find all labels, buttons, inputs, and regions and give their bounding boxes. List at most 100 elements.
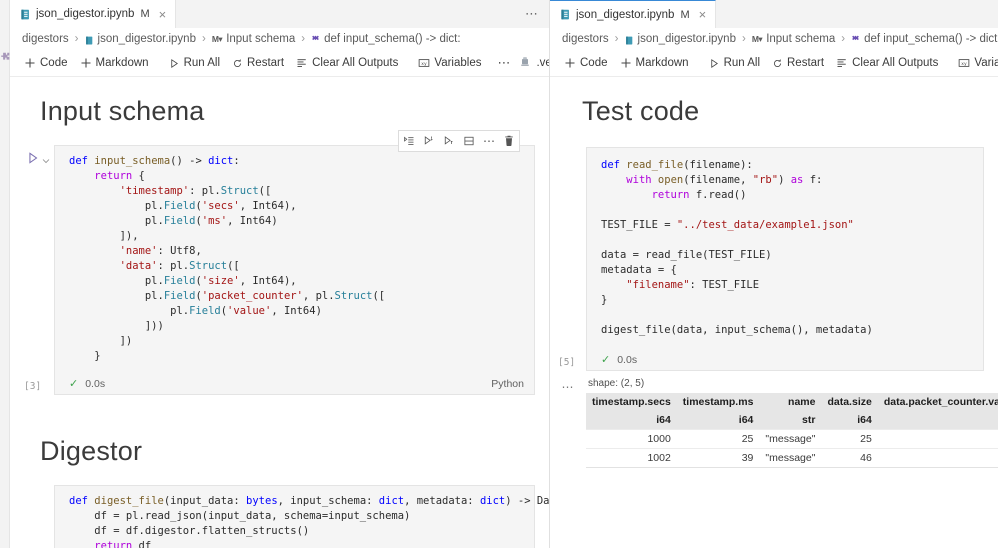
- cell-frame[interactable]: ⋯ def input_schema() -> dict: return { '…: [54, 129, 535, 395]
- cell-value: 46: [821, 447, 878, 468]
- column-header: name: [788, 395, 816, 408]
- table-header-row: timestamp.secs timestamp.ms name data.si…: [586, 392, 998, 411]
- code-cell-input-schema[interactable]: ⋯ def input_schema() -> dict: return { '…: [10, 129, 549, 395]
- breadcrumb-right: digestors › json_digestor.ipynb › M▾ Inp…: [550, 28, 998, 50]
- page-title: Input schema: [40, 96, 205, 126]
- add-markdown-cell-button[interactable]: Markdown: [616, 57, 697, 69]
- cell-value: 25: [676, 428, 760, 449]
- breadcrumb-left: digestors › json_digestor.ipynb › M▾ Inp…: [10, 28, 549, 50]
- execute-above-cells-icon[interactable]: [419, 132, 439, 150]
- cell-value: 39: [676, 447, 760, 468]
- breadcrumb-separator: ›: [841, 33, 846, 45]
- cell-value: 1000: [586, 428, 677, 449]
- restart-button[interactable]: Restart: [228, 57, 292, 69]
- tabbar-empty-space: [716, 0, 998, 28]
- variables-button[interactable]: xy Variables: [954, 57, 998, 69]
- clear-all-icon: [296, 57, 308, 69]
- cell-hover-toolbar[interactable]: ⋯: [398, 129, 520, 152]
- workbench: json_digestor.ipynb M × ⋯ digestors › js…: [0, 0, 998, 548]
- run-all-button[interactable]: Run All: [165, 57, 228, 69]
- clear-all-outputs-label: Clear All Outputs: [852, 57, 939, 69]
- add-code-cell-label: Code: [40, 57, 68, 69]
- markdown-cell-input-schema[interactable]: Input schema: [10, 77, 549, 135]
- notebook-toolbar-right: Code Markdown Run All Restart Clear All …: [550, 50, 998, 77]
- restart-icon: [232, 58, 243, 69]
- delete-cell-icon[interactable]: [499, 132, 519, 150]
- add-code-cell-button[interactable]: Code: [560, 57, 616, 69]
- table-row: 1002 39 "message" 46 302: [586, 447, 998, 468]
- breadcrumb-item-file[interactable]: json_digestor.ipynb: [85, 33, 196, 45]
- clear-all-icon: [836, 57, 848, 69]
- variables-label: Variables: [434, 57, 482, 69]
- split-cell-icon[interactable]: [459, 132, 479, 150]
- activity-bar[interactable]: [0, 0, 10, 548]
- table-dtype-row: i64 i64 str i64 i64: [586, 410, 998, 430]
- breadcrumb-separator: ›: [301, 33, 306, 45]
- clear-all-outputs-button[interactable]: Clear All Outputs: [292, 57, 406, 69]
- code-editor[interactable]: def read_file(filename): with open(filen…: [587, 147, 983, 350]
- code-cell-test-code[interactable]: def read_file(filename): with open(filen…: [550, 146, 998, 371]
- breadcrumb-item-symbol[interactable]: def input_schema() -> dict:: [311, 33, 461, 45]
- cell-language-label[interactable]: Python: [491, 378, 524, 390]
- run-by-line-icon[interactable]: [399, 132, 419, 150]
- tabbar-actions-more-icon[interactable]: ⋯: [515, 0, 549, 28]
- breadcrumb-item-symbol[interactable]: def input_schema() -> dict:: [851, 33, 998, 45]
- notebook-toolbar-left: Code Markdown Run All Restart Clear All …: [10, 50, 549, 77]
- add-code-cell-button[interactable]: Code: [20, 57, 76, 69]
- dataframe-table: timestamp.secs timestamp.ms name data.si…: [586, 392, 998, 468]
- code-text: def input_schema() -> dict: return { 'ti…: [69, 154, 386, 362]
- breadcrumb-label: def input_schema() -> dict:: [864, 33, 998, 45]
- run-all-button[interactable]: Run All: [705, 57, 768, 69]
- cell-value: 1002: [586, 447, 677, 468]
- column-header: data.size: [827, 395, 872, 408]
- clear-all-outputs-button[interactable]: Clear All Outputs: [832, 57, 946, 69]
- cell-value: 25: [821, 428, 878, 449]
- table-row: 1000 25 "message" 25 256: [586, 428, 998, 449]
- plus-icon: [620, 57, 632, 69]
- column-dtype: i64: [878, 411, 998, 430]
- kernel-picker[interactable]: .venv (Python 3.11.2): [519, 56, 549, 71]
- plus-icon: [564, 57, 576, 69]
- cell-execution-time: 0.0s: [617, 353, 638, 366]
- notebook-icon: [85, 35, 94, 44]
- breadcrumb-label: json_digestor.ipynb: [97, 33, 196, 45]
- kernel-status[interactable]: .venv (Python 3.11.2): [519, 56, 549, 71]
- markdown-cell-digestor[interactable]: Digestor: [10, 417, 549, 475]
- tab-close-icon[interactable]: ×: [698, 8, 708, 21]
- toolbar-more-icon[interactable]: ⋯: [489, 55, 519, 71]
- breadcrumb-item-markdown-section[interactable]: M▾ Input schema: [212, 33, 295, 45]
- cell-value: "message": [759, 447, 822, 468]
- restart-button[interactable]: Restart: [768, 57, 832, 69]
- play-icon: [169, 58, 180, 69]
- notebook-left[interactable]: Input schema ⋯ def input_schema() -> dic…: [10, 77, 549, 548]
- markdown-cell-test-code[interactable]: Test code: [550, 77, 998, 135]
- execute-below-cells-icon[interactable]: [439, 132, 459, 150]
- cell-execution-count: [3]: [24, 380, 42, 392]
- success-check-icon: ✓: [601, 354, 611, 367]
- restart-icon: [772, 58, 783, 69]
- add-markdown-cell-button[interactable]: Markdown: [76, 57, 157, 69]
- breadcrumb-separator: ›: [201, 33, 206, 45]
- section-title: Digestor: [40, 435, 143, 466]
- code-editor[interactable]: def digest_file(input_data: bytes, input…: [55, 485, 549, 548]
- breadcrumb-item-markdown-section[interactable]: M▾ Input schema: [752, 33, 835, 45]
- breadcrumb-item-folder[interactable]: digestors: [22, 33, 69, 45]
- breadcrumb-item-folder[interactable]: digestors: [562, 33, 609, 45]
- tab-json-digestor-left[interactable]: json_digestor.ipynb M ×: [10, 0, 177, 28]
- cell-status-bar: ✓ 0.0s Python: [55, 373, 534, 394]
- cell-more-icon[interactable]: ⋯: [479, 132, 499, 150]
- cell-frame[interactable]: def digest_file(input_data: bytes, input…: [54, 484, 549, 548]
- code-editor[interactable]: def input_schema() -> dict: return { 'ti…: [55, 145, 534, 374]
- extensions-icon[interactable]: [0, 52, 10, 63]
- editor-group-right: json_digestor.ipynb M × digestors › json…: [550, 0, 998, 548]
- cell-frame[interactable]: def read_file(filename): with open(filen…: [586, 146, 984, 371]
- tab-close-icon[interactable]: ×: [158, 8, 168, 21]
- variables-button[interactable]: xy Variables: [414, 57, 489, 69]
- code-cell-digest-file[interactable]: def digest_file(input_data: bytes, input…: [10, 484, 549, 548]
- chevron-down-icon[interactable]: [42, 154, 50, 163]
- breadcrumb-item-file[interactable]: json_digestor.ipynb: [625, 33, 736, 45]
- output-options-icon[interactable]: ⋯: [550, 376, 586, 468]
- run-cell-button[interactable]: [26, 151, 40, 165]
- tab-json-digestor-right[interactable]: json_digestor.ipynb M ×: [550, 0, 717, 28]
- notebook-right[interactable]: Test code def read_file(filename): with …: [550, 77, 998, 548]
